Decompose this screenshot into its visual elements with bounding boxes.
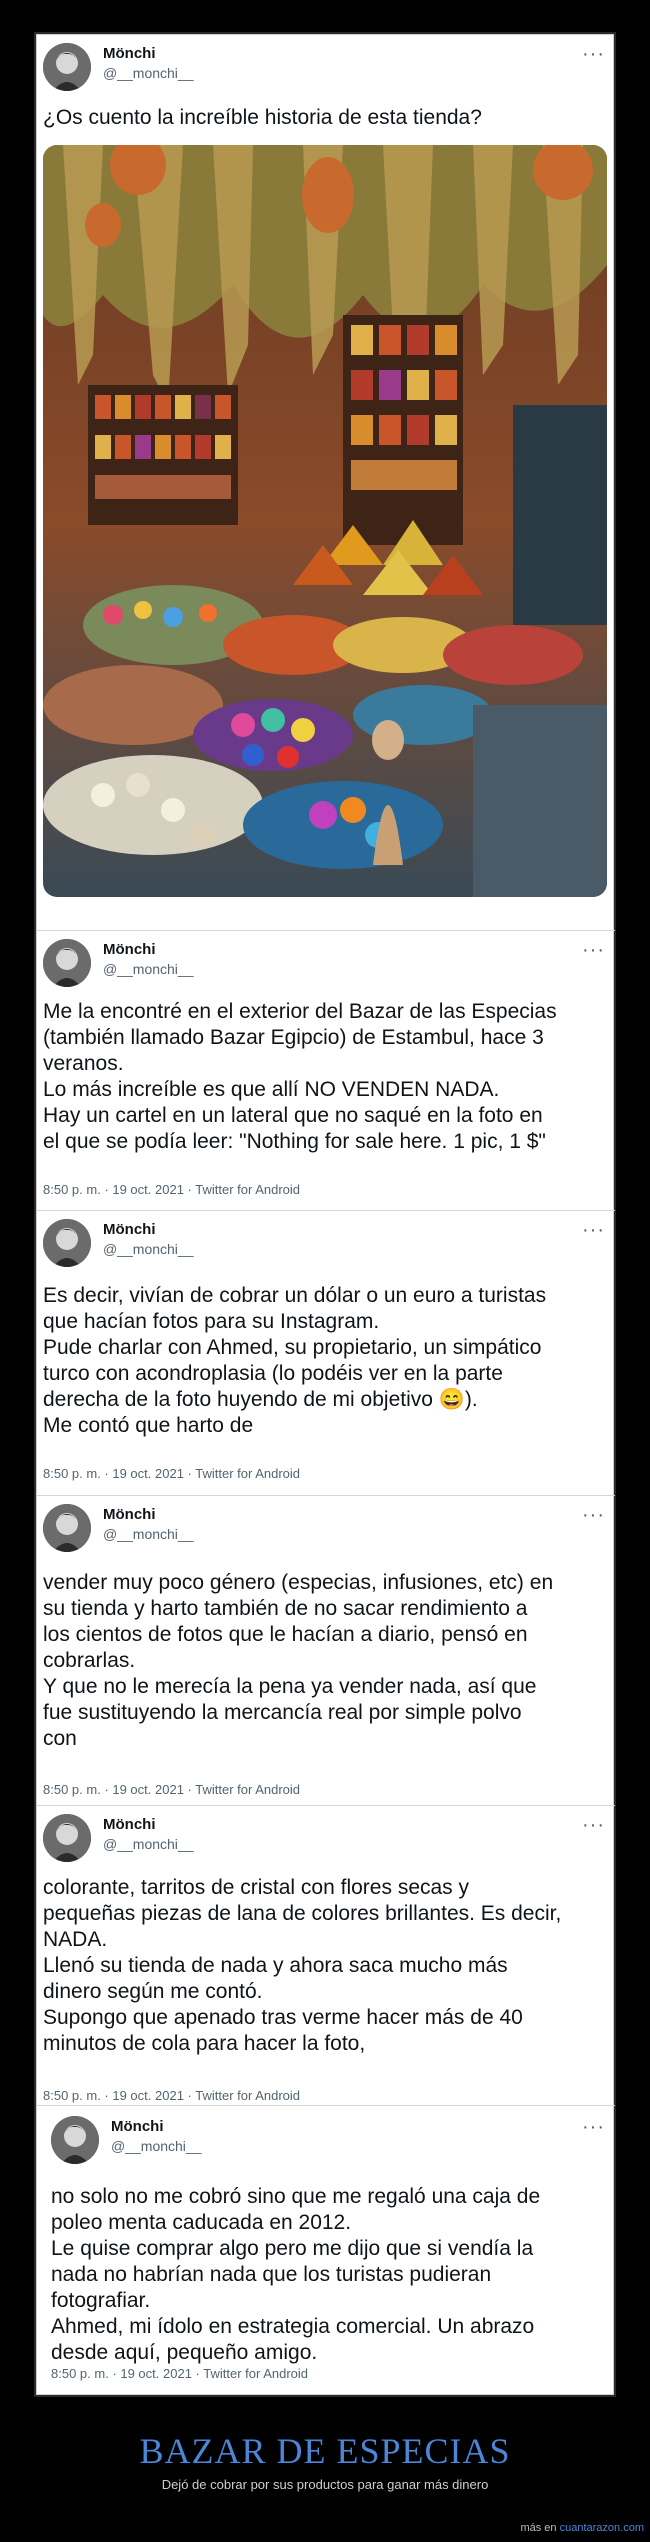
more-options-icon[interactable]: ··· [582,2116,605,2139]
tweet-text: ¿Os cuento la increíble historia de esta… [43,106,482,129]
author-handle[interactable]: @__monchi__ [103,1836,194,1852]
tweet-photo[interactable] [43,145,607,897]
avatar[interactable] [43,939,91,987]
tweet-timestamp[interactable]: 8:50 p. m. · 19 oct. 2021 · Twitter for … [43,1182,300,1197]
tweet-thread: Mönchi @__monchi__ ··· ¿Os cuento la inc… [36,34,615,2396]
tweet-5[interactable]: Mönchi @__monchi__ ··· colorante, tarrit… [37,1806,615,2105]
tweet-6[interactable]: Mönchi @__monchi__ ··· no solo no me cob… [37,2106,615,2396]
tweet-3[interactable]: Mönchi @__monchi__ ··· Es decir, vivían … [37,1211,615,1495]
tweet-timestamp[interactable]: 8:50 p. m. · 19 oct. 2021 · Twitter for … [43,2088,300,2103]
author-name[interactable]: Mönchi [103,1221,156,1238]
more-options-icon[interactable]: ··· [582,1504,605,1527]
site-link[interactable]: cuantarazon.com [560,2522,644,2534]
more-options-icon[interactable]: ··· [582,1219,605,1242]
author-handle[interactable]: @__monchi__ [103,1241,194,1257]
tweet-text: colorante, tarritos de cristal con flore… [43,1876,562,2055]
author-name[interactable]: Mönchi [103,45,156,62]
site-credit: más en cuantarazon.com [520,2522,644,2534]
tweet-timestamp[interactable]: 8:50 p. m. · 19 oct. 2021 · Twitter for … [43,1782,300,1797]
author-handle[interactable]: @__monchi__ [103,1526,194,1542]
author-handle[interactable]: @__monchi__ [103,65,194,81]
tweet-text: Es decir, vivían de cobrar un dólar o un… [43,1284,547,1437]
author-name[interactable]: Mönchi [103,1506,156,1523]
author-name[interactable]: Mönchi [111,2118,164,2135]
author-name[interactable]: Mönchi [103,1816,156,1833]
post-subtitle: Dejó de cobrar por sus productos para ga… [161,2477,489,2492]
tweet-4[interactable]: Mönchi @__monchi__ ··· vender muy poco g… [37,1496,615,1805]
more-options-icon[interactable]: ··· [582,939,605,962]
more-options-icon[interactable]: ··· [582,1814,605,1837]
tweet-text: vender muy poco género (especias, infusi… [43,1571,554,1750]
author-handle[interactable]: @__monchi__ [111,2138,202,2154]
more-options-icon[interactable]: ··· [582,43,605,66]
avatar[interactable] [43,43,91,91]
avatar[interactable] [51,2116,99,2164]
tweet-2[interactable]: Mönchi @__monchi__ ··· Me la encontré en… [37,931,615,1210]
avatar[interactable] [43,1504,91,1552]
tweet-timestamp[interactable]: 8:50 p. m. · 19 oct. 2021 · Twitter for … [43,1466,300,1481]
avatar[interactable] [43,1219,91,1267]
tweet-1[interactable]: Mönchi @__monchi__ ··· ¿Os cuento la inc… [37,35,615,930]
avatar[interactable] [43,1814,91,1862]
credit-prefix: más en [520,2522,557,2534]
post-title[interactable]: BAZAR DE ESPECIAS [0,2430,650,2472]
tweet-timestamp[interactable]: 8:50 p. m. · 19 oct. 2021 · Twitter for … [51,2366,308,2381]
author-handle[interactable]: @__monchi__ [103,961,194,977]
author-name[interactable]: Mönchi [103,941,156,958]
tweet-text: Me la encontré en el exterior del Bazar … [43,1000,557,1153]
tweet-text: no solo no me cobró sino que me regaló u… [51,2185,541,2364]
